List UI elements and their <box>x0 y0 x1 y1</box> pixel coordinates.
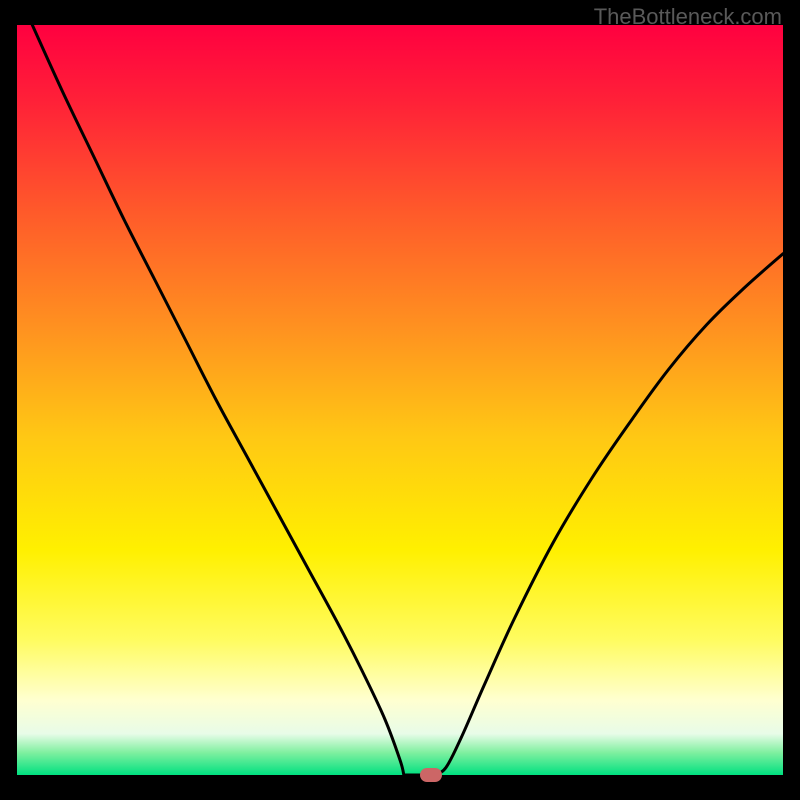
bottleneck-chart <box>17 25 783 775</box>
watermark-text: TheBottleneck.com <box>594 4 782 30</box>
gradient-background <box>17 25 783 775</box>
optimal-point-marker <box>420 768 442 782</box>
